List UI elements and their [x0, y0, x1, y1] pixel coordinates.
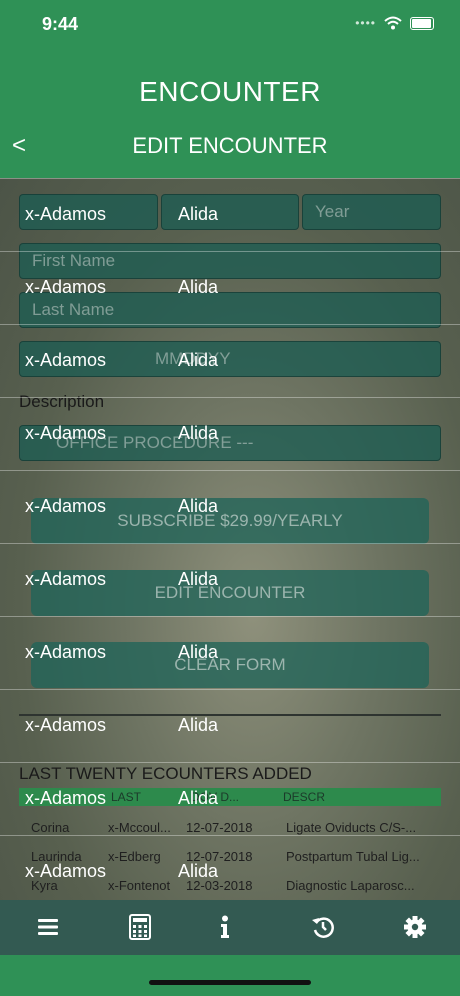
overlay-list-item[interactable]: x-Adamos Alida	[0, 324, 460, 398]
overlay-first-name: Alida	[178, 423, 219, 443]
overlay-last-name: x-Adamos	[25, 423, 107, 443]
overlay-first-name: Alida	[178, 861, 219, 881]
overlay-last-name: x-Adamos	[25, 788, 107, 808]
overlay-first-name: Alida	[178, 788, 219, 808]
overlay-last-name: x-Adamos	[25, 277, 107, 297]
overlay-last-name: x-Adamos	[25, 569, 107, 589]
overlay-list-item[interactable]: x-Adamos Alida	[0, 470, 460, 544]
calculator-icon[interactable]	[125, 912, 155, 942]
overlay-list-item[interactable]: x-Adamos Alida	[0, 251, 460, 325]
overlay-first-name: Alida	[178, 569, 219, 589]
overlay-last-name: x-Adamos	[25, 204, 107, 224]
signal-icon: ••••	[355, 16, 376, 30]
home-indicator-area	[0, 955, 460, 996]
overlay-first-name: Alida	[178, 350, 219, 370]
overlay-first-name: Alida	[178, 204, 219, 224]
tab-bar	[0, 900, 460, 955]
home-indicator[interactable]	[149, 980, 311, 985]
overlay-list-item[interactable]: x-Adamos Alida	[0, 689, 460, 763]
info-icon[interactable]	[210, 912, 240, 942]
overlay-last-name: x-Adamos	[25, 350, 107, 370]
overlay-last-name: x-Adamos	[25, 715, 107, 735]
status-time: 9:44	[42, 14, 79, 34]
overlay-list-item[interactable]: x-Adamos Alida	[0, 543, 460, 617]
overlay-list-item[interactable]: x-Adamos Alida	[0, 397, 460, 471]
overlay-first-name: Alida	[178, 715, 219, 735]
navigation-header: 9:44 •••• ENCOUNTER < EDIT ENCOUNTER	[0, 0, 460, 178]
overlay-list-item[interactable]: x-Adamos Alida	[0, 835, 460, 900]
overlay-last-name: x-Adamos	[25, 861, 107, 881]
gear-icon[interactable]	[400, 912, 430, 942]
overlay-first-name: Alida	[178, 496, 219, 516]
form-area: Year First Name Last Name MMDDYY Descrip…	[0, 178, 460, 900]
history-icon[interactable]	[308, 912, 338, 942]
overlay-first-name: Alida	[178, 277, 219, 297]
overlay-last-name: x-Adamos	[25, 642, 107, 662]
overlay-list-item[interactable]: x-Adamos Alida	[0, 178, 460, 252]
overlay-list-item[interactable]: x-Adamos Alida	[0, 616, 460, 690]
overlay-list-item[interactable]: x-Adamos Alida	[0, 762, 460, 836]
menu-icon[interactable]	[33, 912, 63, 942]
overlay-first-name: Alida	[178, 642, 219, 662]
page-subtitle: EDIT ENCOUNTER	[132, 133, 328, 158]
status-icons: ••••	[355, 16, 434, 30]
page-title: ENCOUNTER	[139, 76, 321, 107]
wifi-icon	[384, 16, 402, 30]
battery-icon	[410, 16, 434, 30]
overlay-last-name: x-Adamos	[25, 496, 107, 516]
